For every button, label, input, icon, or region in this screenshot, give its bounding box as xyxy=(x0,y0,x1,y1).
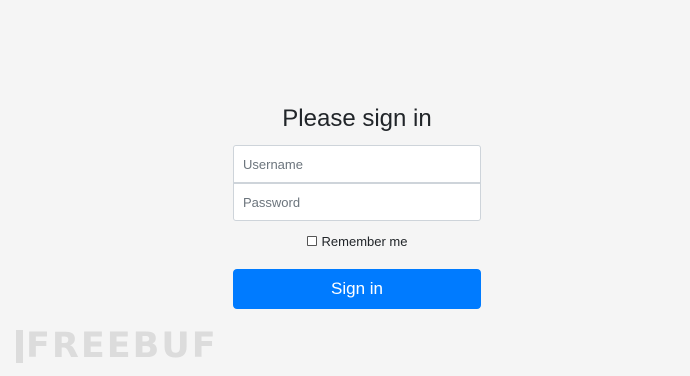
remember-me-checkbox[interactable] xyxy=(306,236,317,246)
form-heading: Please sign in xyxy=(282,105,432,132)
sign-in-button[interactable]: Sign in xyxy=(233,269,481,309)
watermark-bar-icon xyxy=(16,329,23,363)
watermark-text: FREEBUF xyxy=(26,326,218,366)
password-input[interactable] xyxy=(233,183,481,221)
username-input[interactable] xyxy=(233,145,481,183)
remember-me-label[interactable]: Remember me xyxy=(322,234,408,249)
freebuf-watermark-logo: FREEBUF xyxy=(16,326,218,366)
remember-me-row: Remember me xyxy=(233,231,481,251)
